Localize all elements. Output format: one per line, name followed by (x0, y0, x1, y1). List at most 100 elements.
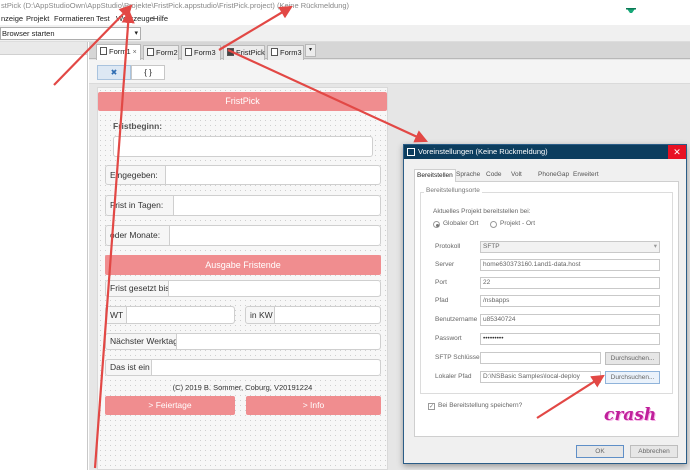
naechster-werktag-label: Nächster Werktag: (110, 336, 181, 346)
frist-tagen-field[interactable]: Frist in Tagen: (105, 195, 381, 216)
cancel-button[interactable]: Abbrechen (630, 445, 678, 458)
tab-fristpick[interactable]: FristPick (223, 45, 265, 60)
benutzername-input[interactable]: u85340724 (480, 314, 660, 326)
speichern-label: Bei Bereitstellung speichern? (438, 402, 523, 409)
tab-label: Form1 (109, 47, 131, 56)
code-view-button[interactable]: { } (131, 65, 165, 80)
tab-phonegap[interactable]: PhoneGap (538, 169, 569, 182)
tab-label: Form3 (194, 48, 216, 57)
tab-label: Form2 (156, 48, 178, 57)
tab-label: Form3 (280, 48, 302, 57)
radio-projekt-ort[interactable] (490, 221, 497, 228)
tab-sprache[interactable]: Sprache (456, 169, 480, 182)
design-view-button[interactable]: ✖ (97, 65, 131, 80)
naechster-werktag-input[interactable] (176, 334, 380, 349)
frist-tagen-label: Frist in Tagen: (110, 200, 164, 210)
lokaler-pfad-label: Lokaler Pfad (435, 373, 472, 380)
copyright-label: (C) 2019 B. Sommer, Coburg, V20191224 (172, 383, 313, 392)
protokoll-value: SFTP (483, 243, 500, 250)
project-icon (227, 48, 234, 56)
wt-input[interactable] (126, 307, 234, 323)
chevron-down-icon: ▾ (653, 243, 657, 250)
port-input[interactable]: 22 (480, 277, 660, 289)
tab-form3[interactable]: Form3 (181, 45, 221, 60)
browser-select-value: Browser starten (2, 29, 55, 38)
tab-volt[interactable]: Volt (511, 169, 522, 182)
bereitstellungsorte-legend: Bereitstellungsorte (424, 187, 482, 194)
das-ist-field[interactable]: Das ist ein (105, 359, 381, 376)
frist-gesetzt-input[interactable] (168, 281, 380, 296)
tab-form3-second[interactable]: Form3 (267, 45, 304, 60)
form-header[interactable]: FristPick (98, 92, 387, 111)
menu-formatieren[interactable]: Formatieren (54, 13, 94, 24)
fristbeginn-input[interactable] (113, 136, 373, 157)
menu-werkzeuge[interactable]: Werkzeuge (116, 13, 154, 24)
naechster-werktag-field[interactable]: Nächster Werktag: (105, 333, 381, 350)
tab-code[interactable]: Code (486, 169, 502, 182)
menu-anzeige[interactable]: nzeige (1, 13, 23, 24)
eingegeben-input[interactable] (165, 166, 380, 184)
menu-bar: nzeige Projekt Formatieren Test Werkzeug… (0, 13, 690, 25)
ok-button[interactable]: OK (576, 445, 624, 458)
tab-form1[interactable]: Form1 × (96, 44, 141, 60)
project-explorer-panel (0, 42, 88, 470)
chevron-down-icon: ▾ (134, 30, 138, 37)
frist-tagen-input[interactable] (173, 196, 380, 215)
current-project-label: Aktuelles Projekt bereitstellen bei: (433, 208, 531, 215)
lokaler-browse-button[interactable]: Durchsuchen... (605, 371, 660, 384)
dialog-title: Voreinstellungen (Keine Rückmeldung) (418, 147, 548, 156)
globaler-ort-label: Globaler Ort (443, 220, 479, 227)
sftp-schluessel-input[interactable] (480, 352, 601, 364)
window-title: stPick (D:\AppStudioOwn\AppStudio\Projek… (0, 0, 690, 13)
fristbeginn-label: Fristbeginn: (113, 121, 163, 131)
browser-select[interactable]: Browser starten ▾ (0, 27, 141, 40)
dialog-title-bar: Voreinstellungen (Keine Rückmeldung) (404, 145, 686, 159)
close-icon[interactable]: × (133, 49, 137, 56)
info-button[interactable]: > Info (246, 396, 381, 415)
passwort-input[interactable]: ••••••••• (480, 333, 660, 345)
benutzername-label: Benutzername (435, 316, 478, 323)
protokoll-select[interactable]: SFTP ▾ (480, 241, 660, 253)
ausgabe-fristende-button[interactable]: Ausgabe Fristende (105, 255, 381, 275)
tab-erweitert[interactable]: Erweitert (573, 169, 599, 182)
crash-watermark: crash (604, 405, 657, 425)
design-code-toolbar: ✖ { } (89, 60, 690, 84)
kw-input[interactable] (274, 307, 380, 323)
menu-test[interactable]: Test (96, 13, 110, 24)
tab-bereitstellen[interactable]: Bereitstellen (414, 169, 456, 183)
eingegeben-field[interactable]: Eingegeben: (105, 165, 381, 185)
menu-projekt[interactable]: Projekt (26, 13, 49, 24)
tabs-overflow-button[interactable]: ▾ (305, 44, 316, 57)
passwort-label: Passwort (435, 335, 462, 342)
kw-field[interactable]: in KW (245, 306, 381, 324)
monate-label: oder Monate: (110, 230, 161, 240)
monate-input[interactable] (169, 226, 380, 245)
form-icon (185, 48, 192, 56)
menu-hilfe[interactable]: Hilfe (153, 13, 168, 24)
dialog-tabs: Bereitstellen Sprache Code Volt PhoneGap… (414, 169, 679, 183)
form-icon (271, 48, 278, 56)
project-explorer-header (0, 42, 87, 55)
feiertage-button[interactable]: > Feiertage (105, 396, 235, 415)
tab-form2[interactable]: Form2 (143, 45, 179, 60)
das-ist-label: Das ist ein (110, 362, 150, 372)
form-design-canvas[interactable]: FristPick Fristbeginn: Eingegeben: Frist… (97, 87, 388, 470)
lokaler-pfad-input[interactable]: D:\NSBasic Samples\local-deploy (480, 371, 601, 383)
projekt-ort-label: Projekt - Ort (500, 220, 536, 227)
eingegeben-label: Eingegeben: (110, 170, 158, 180)
form-icon (100, 47, 107, 55)
server-input[interactable]: home630373160.1and1-data.host (480, 259, 660, 271)
frist-gesetzt-field[interactable]: Frist gesetzt bis (105, 280, 381, 297)
sftp-browse-button[interactable]: Durchsuchen... (605, 352, 660, 365)
sftp-schluessel-label: SFTP Schlüssel (435, 354, 482, 361)
bereitstellen-panel: Bereitstellungsorte Aktuelles Projekt be… (414, 182, 679, 437)
kw-label: in KW (250, 310, 273, 320)
wt-label: WT (110, 310, 124, 320)
monate-field[interactable]: oder Monate: (105, 225, 381, 246)
wt-field[interactable]: WT (105, 306, 235, 324)
radio-globaler-ort[interactable] (433, 221, 440, 228)
das-ist-input[interactable] (151, 360, 380, 375)
close-icon[interactable]: ✕ (668, 145, 686, 159)
pfad-input[interactable]: /nsbapps (480, 295, 660, 307)
speichern-checkbox[interactable]: ✓ (428, 403, 435, 410)
